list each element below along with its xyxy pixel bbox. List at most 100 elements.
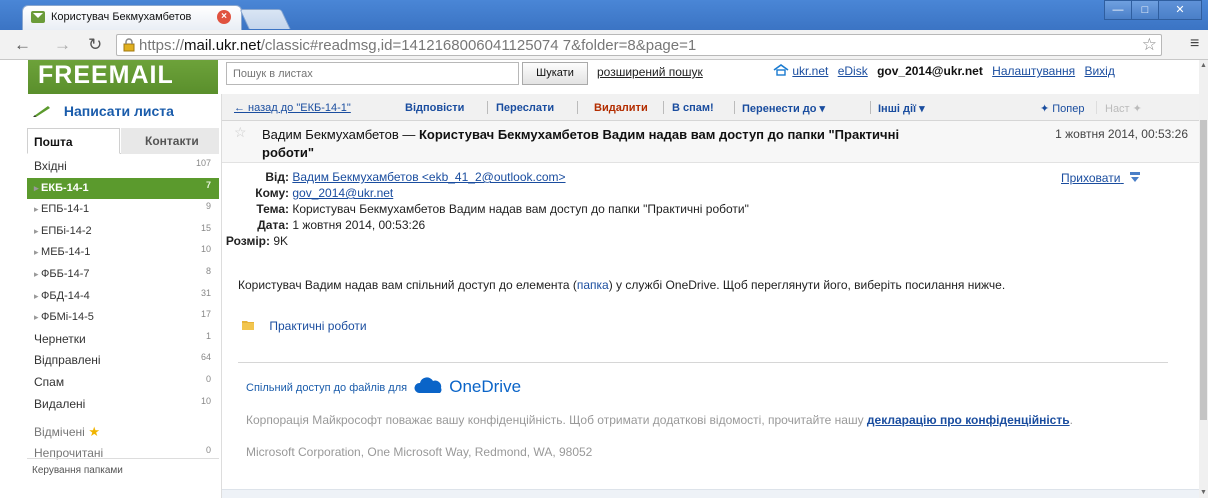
privacy-statement-link[interactable]: декларацію про конфіденційність bbox=[867, 413, 1070, 427]
folder-label: ЕПБ-14-1 bbox=[34, 203, 89, 215]
toolbar-separator bbox=[487, 101, 488, 114]
forward-arrow-icon[interactable]: → bbox=[54, 35, 71, 55]
minimize-button[interactable]: — bbox=[1104, 0, 1132, 20]
search-button[interactable]: Шукати bbox=[522, 62, 588, 85]
date-label: Дата: bbox=[257, 218, 289, 232]
tab-mail[interactable]: Пошта bbox=[27, 128, 120, 154]
browser-tab[interactable]: Користувач Бекмухамбетов × bbox=[22, 5, 242, 30]
top-links: ukr.net eDisk gov_2014@ukr.net Налаштува… bbox=[773, 64, 1121, 78]
mail-search-input[interactable] bbox=[226, 62, 519, 85]
folder-label: Видалені bbox=[34, 396, 86, 411]
mail-favicon-icon bbox=[31, 11, 45, 23]
folder-item[interactable]: ФБМі-14-5 17 bbox=[27, 307, 219, 329]
folder-label: Відмічені bbox=[34, 425, 85, 440]
move-to-dropdown[interactable]: Перенести до ▾ bbox=[742, 102, 825, 115]
toolbar-separator bbox=[577, 101, 578, 114]
ukrnet-link[interactable]: ukr.net bbox=[792, 64, 828, 78]
folder-item[interactable]: ФБД-14-4 31 bbox=[27, 286, 219, 308]
delete-button[interactable]: Видалити bbox=[594, 102, 648, 114]
folder-item[interactable]: МЕБ-14-110 bbox=[27, 242, 219, 264]
tab-contacts[interactable]: Контакти bbox=[121, 128, 219, 154]
folder-list: Вхідні107ЕКБ-14-17 ЕПБ-14-1 9 ЕПБі-14-215МЕ… bbox=[27, 156, 219, 464]
body-divider bbox=[238, 362, 1168, 363]
toolbar-separator bbox=[870, 101, 871, 114]
freemail-logo[interactable]: FREEMAIL bbox=[28, 60, 218, 94]
next-message-link[interactable]: Наст ✦ bbox=[1105, 102, 1142, 115]
hide-label: Приховати bbox=[1061, 171, 1121, 185]
spam-button[interactable]: В спам! bbox=[672, 102, 714, 114]
folder-item[interactable]: Відправлені 64 bbox=[27, 350, 219, 372]
shared-folder-link[interactable]: Практичні роботи bbox=[242, 319, 367, 333]
page-scrollbar[interactable]: ▲ ▼ bbox=[1199, 60, 1208, 498]
body-folder-link[interactable]: папка bbox=[577, 278, 609, 292]
folder-item[interactable]: ЕПБ-14-1 9 bbox=[27, 199, 219, 221]
folder-item[interactable]: Видалені 10 bbox=[27, 394, 219, 416]
message-date-short: 1 жовтня 2014, 00:53:26 bbox=[1055, 127, 1188, 141]
from-label: Від: bbox=[265, 170, 289, 184]
window-close-button[interactable]: ✕ bbox=[1158, 0, 1202, 20]
from-value[interactable]: Вадим Бекмухамбетов <ekb_41_2@outlook.co… bbox=[292, 170, 565, 184]
tab-title: Користувач Бекмухамбетов bbox=[51, 11, 192, 23]
folder-count: 9 bbox=[205, 201, 211, 212]
folder-label: ФББ-14-7 bbox=[34, 268, 90, 280]
subject-value: Користувач Бекмухамбетов Вадим надав вам… bbox=[292, 202, 749, 216]
back-arrow-icon[interactable]: ← bbox=[14, 35, 31, 55]
folder-label: Чернетки bbox=[34, 331, 86, 346]
reload-icon[interactable]: ↻ bbox=[88, 35, 102, 55]
folder-item[interactable]: Відмічені ★ bbox=[27, 421, 219, 443]
address-bar[interactable]: https://mail.ukr.net/classic#readmsg,id=… bbox=[116, 34, 1162, 56]
onedrive-prefix: Спільний доступ до файлів для bbox=[246, 382, 408, 394]
back-to-folder-link[interactable]: ← назад до "ЕКБ-14-1" bbox=[234, 102, 351, 114]
folder-count: 107 bbox=[195, 158, 211, 168]
subject-label: Тема: bbox=[256, 202, 289, 216]
forward-button[interactable]: Переслати bbox=[496, 102, 554, 114]
folder-count: 31 bbox=[200, 287, 211, 298]
pen-icon bbox=[33, 106, 50, 117]
starred-icon: ★ bbox=[84, 424, 101, 440]
folder-item[interactable]: ФББ-14-7 8 bbox=[27, 264, 219, 286]
previous-message-link[interactable]: ✦ Попер bbox=[1040, 102, 1085, 115]
logout-link[interactable]: Вихід bbox=[1084, 64, 1114, 78]
maximize-button[interactable]: □ bbox=[1131, 0, 1159, 20]
folder-label: ЕПБі-14-2 bbox=[34, 225, 92, 237]
toolbar-separator bbox=[734, 101, 735, 114]
hide-headers-link[interactable]: Приховати bbox=[1061, 171, 1141, 185]
tab-close-icon[interactable]: × bbox=[217, 10, 231, 24]
folder-item[interactable]: ЕКБ-14-1 7 bbox=[27, 177, 219, 200]
advanced-search-link[interactable]: розширений пошук bbox=[597, 65, 703, 79]
settings-link[interactable]: Налаштування bbox=[992, 64, 1075, 78]
bookmark-star-icon[interactable]: ☆ bbox=[1142, 35, 1157, 55]
to-value[interactable]: gov_2014@ukr.net bbox=[292, 186, 393, 200]
folder-item[interactable]: ЕПБі-14-215 bbox=[27, 221, 219, 243]
manage-folders-link[interactable]: Керування папками bbox=[27, 458, 219, 482]
size-value: 9K bbox=[273, 234, 289, 248]
onedrive-cloud-icon bbox=[414, 377, 442, 393]
browser-menu-icon[interactable]: ≡ bbox=[1190, 35, 1199, 53]
folder-count: 17 bbox=[200, 309, 211, 320]
url-text: https://mail.ukr.net/classic#readmsg,id=… bbox=[139, 37, 696, 54]
folder-label: Відправлені bbox=[34, 353, 101, 368]
header-subject: Тема: Користувач Бекмухамбетов Вадим над… bbox=[222, 202, 749, 216]
scrollbar-thumb[interactable] bbox=[1200, 120, 1207, 420]
browser-titlebar: Користувач Бекмухамбетов × — □ ✕ bbox=[0, 0, 1208, 30]
folder-label: ФБМі-14-5 bbox=[34, 311, 94, 323]
folder-label: Спам bbox=[34, 374, 65, 389]
folder-count: 7 bbox=[205, 179, 211, 190]
folder-count: 8 bbox=[205, 265, 211, 276]
new-tab-button[interactable] bbox=[239, 9, 291, 29]
compose-link[interactable]: Написати листа bbox=[32, 103, 174, 119]
scroll-down-icon[interactable]: ▼ bbox=[1199, 489, 1208, 496]
edisk-link[interactable]: eDisk bbox=[838, 64, 868, 78]
to-label: Кому: bbox=[255, 186, 289, 200]
folder-item[interactable]: Спам 0 bbox=[27, 372, 219, 394]
folder-icon bbox=[242, 321, 254, 330]
reply-button[interactable]: Відповісти bbox=[405, 102, 464, 114]
flag-star-icon[interactable]: ☆ bbox=[234, 124, 247, 141]
toolbar-separator bbox=[1096, 101, 1097, 114]
scroll-up-icon[interactable]: ▲ bbox=[1199, 62, 1208, 69]
body-text-start: Користувач Вадим надав вам спільний дост… bbox=[238, 278, 577, 292]
folder-item[interactable]: Чернетки 1 bbox=[27, 329, 219, 351]
header-from: Від: Вадим Бекмухамбетов <ekb_41_2@outlo… bbox=[222, 170, 565, 184]
folder-item[interactable]: Вхідні 107 bbox=[27, 156, 219, 178]
other-actions-dropdown[interactable]: Інші дії ▾ bbox=[878, 102, 925, 115]
